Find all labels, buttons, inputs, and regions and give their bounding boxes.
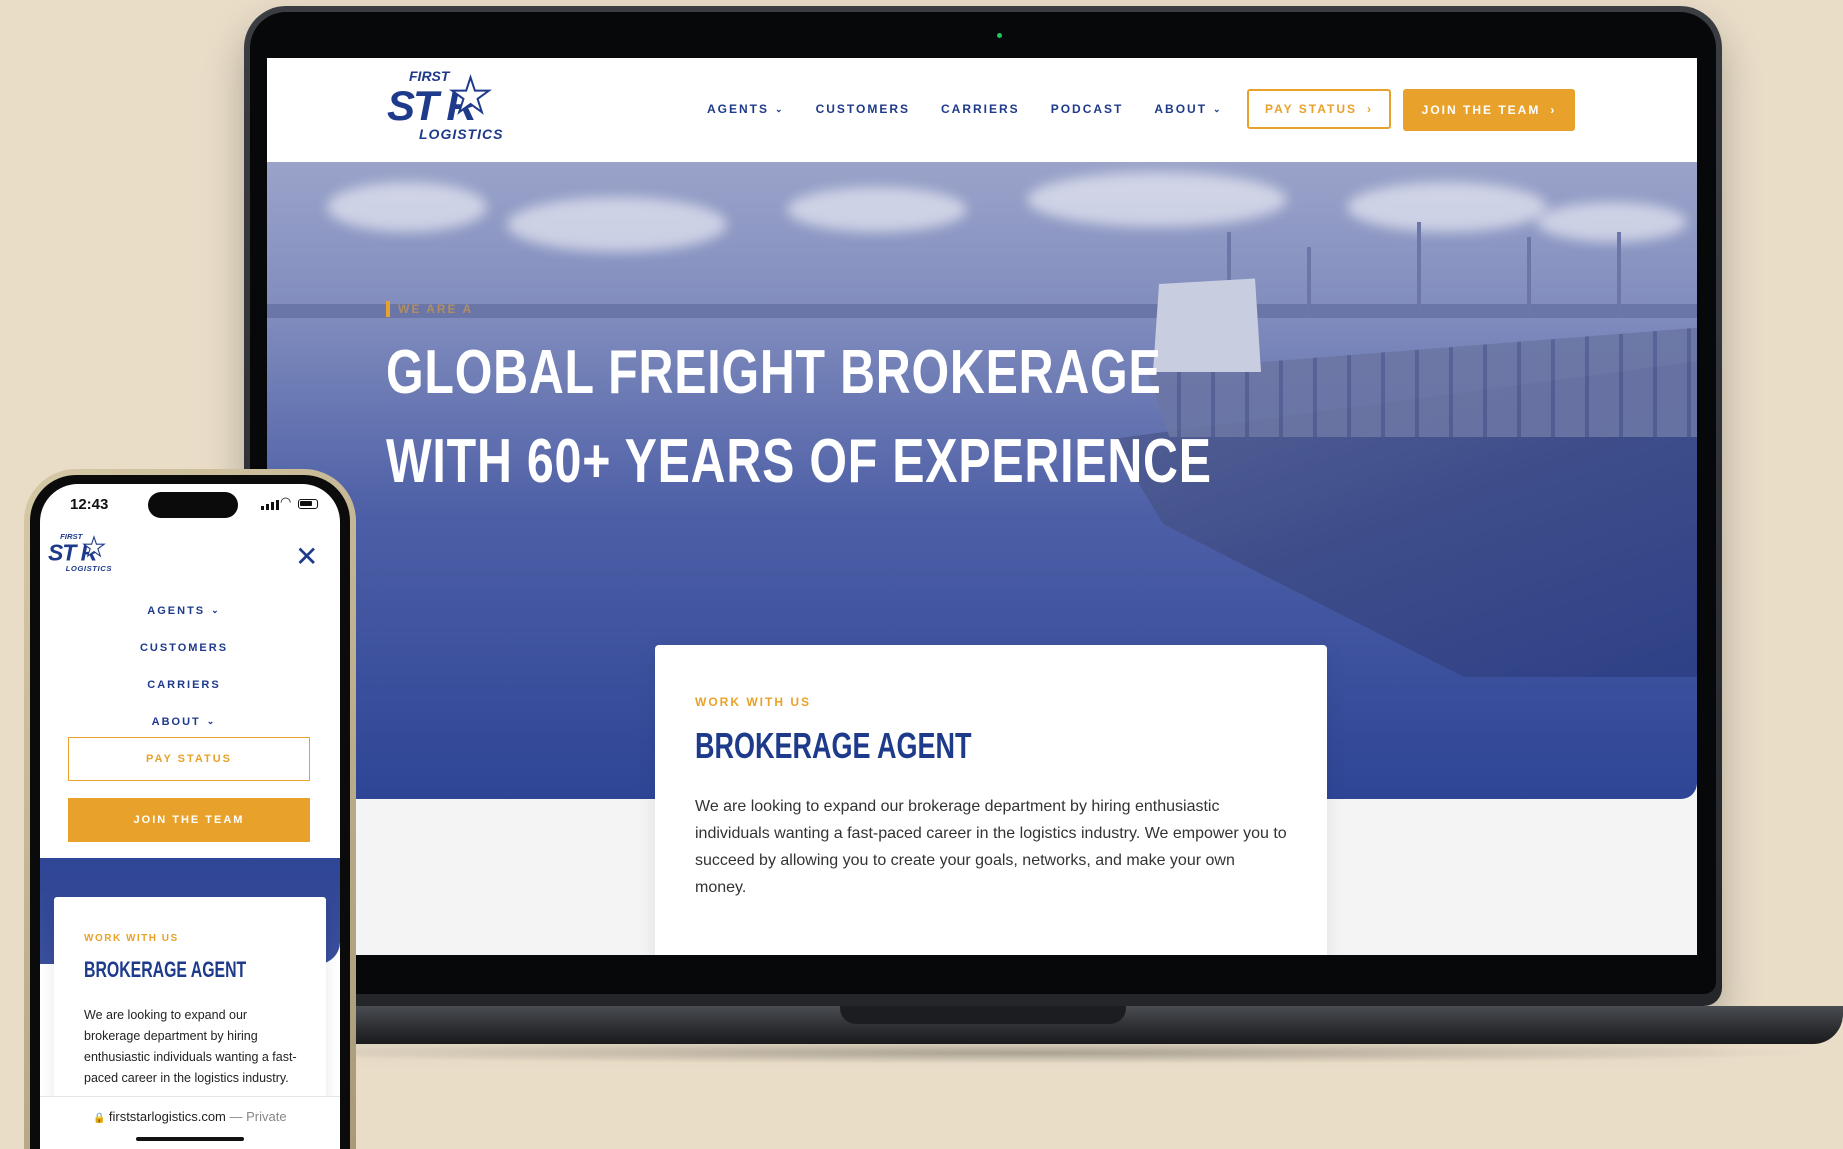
logo-text-logistics: LOGISTICS: [65, 563, 113, 573]
mobile-site-logo[interactable]: FIRST ST R ★ LOGISTICS: [48, 532, 131, 576]
laptop-shadow: [230, 1042, 1830, 1064]
cloud-decoration: [1537, 202, 1687, 242]
nav-item-carriers[interactable]: CARRIERS: [941, 102, 1020, 116]
nav-item-label: CARRIERS: [147, 678, 221, 691]
card-body: We are looking to expand our brokerage d…: [695, 798, 1287, 896]
mobile-pay-status-button[interactable]: PAY STATUS: [68, 737, 310, 781]
star-icon: ★: [448, 69, 493, 124]
chevron-right-icon: ›: [1367, 102, 1374, 116]
crane-decoration: [1617, 232, 1621, 317]
status-time: 12:43: [70, 496, 109, 513]
nav-item-label: AGENTS: [147, 604, 206, 617]
url-text: 🔒 firststarlogistics.com — Private: [40, 1109, 340, 1124]
crane-decoration: [1527, 237, 1531, 317]
nav-item-about[interactable]: ABOUT ⌄: [1154, 102, 1222, 116]
site-header: FIRST ST R ★ LOGISTICS AGENTS ⌄ CUSTOMER…: [267, 58, 1697, 162]
card-eyebrow: WORK WITH US: [695, 695, 811, 709]
brokerage-agent-card: WORK WITH US BROKERAGE AGENT We are look…: [655, 645, 1327, 955]
nav-item-label: PODCAST: [1050, 102, 1124, 116]
lock-icon: 🔒: [93, 1113, 106, 1124]
close-icon[interactable]: ✕: [295, 540, 318, 573]
horizon-line: [267, 304, 1697, 318]
chevron-down-icon: ⌄: [211, 605, 221, 615]
main-nav: AGENTS ⌄ CUSTOMERS CARRIERS PODCAST ABOU…: [707, 102, 1223, 116]
nav-item-customers[interactable]: CUSTOMERS: [816, 102, 910, 116]
mobile-nav-item-agents[interactable]: AGENTS ⌄: [40, 592, 328, 629]
hero-title-line-1: GLOBAL FREIGHT BROKERAGE: [386, 338, 1162, 407]
status-bar: 12:43 ◠: [40, 484, 340, 528]
cloud-decoration: [507, 197, 727, 252]
card-body: We are looking to expand our brokerage d…: [84, 1008, 297, 1085]
home-indicator[interactable]: [136, 1137, 244, 1141]
hero-eyebrow-text: WE ARE A: [398, 302, 474, 316]
join-team-label: JOIN THE TEAM: [1421, 103, 1541, 117]
logo-text-logistics: LOGISTICS: [419, 126, 504, 142]
chevron-down-icon: ⌄: [1213, 103, 1223, 114]
chevron-down-icon: ⌄: [775, 103, 785, 114]
phone-screen: 12:43 ◠ FIRST ST R ★ LOGISTICS ✕ AGENTS …: [40, 484, 340, 1149]
mobile-nav: AGENTS ⌄ CUSTOMERS CARRIERS ABOUT ⌄: [40, 592, 328, 740]
crane-decoration: [1417, 222, 1421, 312]
url-domain: firststarlogistics.com: [108, 1109, 226, 1124]
eyebrow-accent-bar: [386, 301, 390, 317]
cloud-decoration: [327, 182, 487, 232]
laptop-screen: FIRST ST R ★ LOGISTICS AGENTS ⌄ CUSTOMER…: [267, 58, 1697, 955]
dynamic-island: [148, 492, 238, 518]
hero-eyebrow: WE ARE A: [386, 301, 473, 317]
star-icon: ★: [82, 533, 107, 563]
wifi-icon: ◠: [280, 494, 292, 509]
nav-item-label: ABOUT: [1154, 102, 1208, 116]
card-title: BROKERAGE AGENT: [84, 957, 247, 982]
hero-title: GLOBAL FREIGHT BROKERAGE WITH 60+ YEARS …: [386, 328, 1212, 506]
mobile-nav-item-customers[interactable]: CUSTOMERS: [40, 629, 328, 666]
url-private-label: — Private: [229, 1109, 287, 1124]
card-title: BROKERAGE AGENT: [695, 725, 972, 766]
cloud-decoration: [1347, 182, 1547, 232]
laptop-notch: [840, 1006, 1126, 1024]
chevron-right-icon: ›: [1550, 103, 1557, 117]
pay-status-button[interactable]: PAY STATUS ›: [1247, 89, 1391, 129]
nav-item-label: CUSTOMERS: [815, 102, 911, 116]
mobile-nav-item-about[interactable]: ABOUT ⌄: [40, 703, 328, 740]
camera-indicator: [997, 33, 1002, 38]
cloud-decoration: [1027, 172, 1287, 227]
nav-item-label: CUSTOMERS: [139, 641, 229, 654]
pay-status-label: PAY STATUS: [1264, 102, 1358, 116]
crane-decoration: [1307, 247, 1311, 317]
site-logo[interactable]: FIRST ST R ★ LOGISTICS: [387, 68, 537, 148]
hero-title-line-2: WITH 60+ YEARS OF EXPERIENCE: [386, 427, 1212, 496]
card-eyebrow: WORK WITH US: [84, 933, 179, 944]
nav-item-label: ABOUT: [151, 715, 201, 728]
chevron-down-icon: ⌄: [206, 716, 217, 726]
nav-item-agents[interactable]: AGENTS ⌄: [707, 102, 785, 116]
nav-item-podcast[interactable]: PODCAST: [1051, 102, 1124, 116]
signal-icon: [261, 500, 279, 510]
nav-item-label: AGENTS: [707, 102, 770, 116]
mobile-nav-item-carriers[interactable]: CARRIERS: [40, 666, 328, 703]
cloud-decoration: [787, 187, 967, 232]
battery-icon: [298, 499, 318, 509]
nav-item-label: CARRIERS: [941, 102, 1020, 116]
browser-url-bar[interactable]: 🔒 firststarlogistics.com — Private: [40, 1096, 340, 1149]
mobile-join-team-button[interactable]: JOIN THE TEAM: [68, 798, 310, 842]
join-team-button[interactable]: JOIN THE TEAM ›: [1403, 89, 1575, 131]
